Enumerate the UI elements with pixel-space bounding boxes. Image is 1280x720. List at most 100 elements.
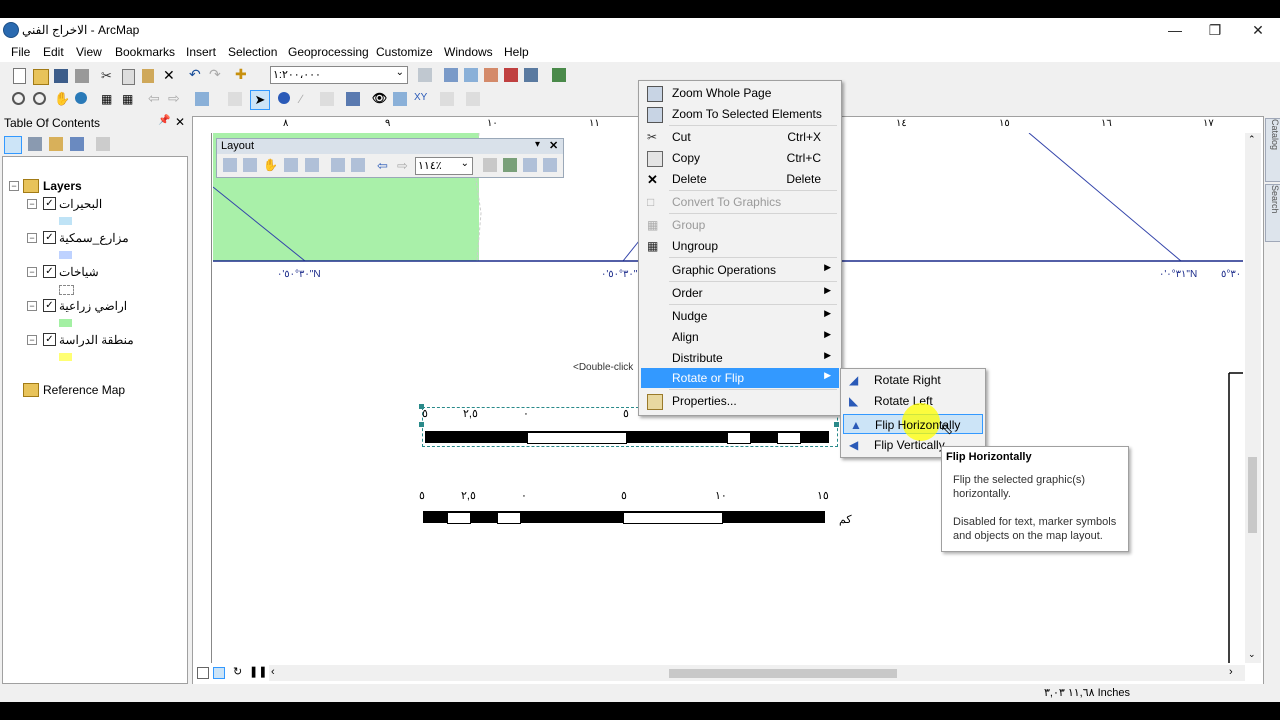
- menu-selection[interactable]: Selection: [228, 45, 277, 59]
- layer-row[interactable]: − ✓ مزارع_سمكية: [3, 229, 187, 247]
- list-by-visibility-icon[interactable]: [49, 137, 63, 151]
- menu-item-align[interactable]: Align ▶: [641, 327, 839, 347]
- scroll-down-icon[interactable]: ⌄: [1248, 649, 1256, 660]
- editor-toolbar-icon[interactable]: [418, 68, 432, 82]
- layer-visibility-checkbox[interactable]: ✓: [43, 197, 56, 210]
- search-window-icon[interactable]: [484, 68, 498, 82]
- toggle-draft-mode-icon[interactable]: [483, 158, 497, 172]
- menu-item-zoom-whole-page[interactable]: Zoom Whole Page: [641, 83, 839, 103]
- menu-item-cut[interactable]: ✂ Cut Ctrl+X: [641, 127, 839, 147]
- back-extent-icon[interactable]: ⇦: [148, 90, 162, 106]
- find-icon[interactable]: 👁: [372, 91, 387, 105]
- collapse-icon[interactable]: −: [27, 335, 37, 345]
- full-extent-globe-icon[interactable]: [75, 92, 87, 104]
- selection-handle[interactable]: [834, 422, 839, 427]
- close-icon[interactable]: ✕: [1243, 20, 1273, 40]
- submenu-item-rotate-right[interactable]: ◢ Rotate Right: [843, 370, 983, 390]
- go-forward-extent-icon[interactable]: ⇨: [397, 158, 411, 173]
- change-layout-icon[interactable]: [523, 158, 537, 172]
- save-icon[interactable]: [54, 69, 68, 83]
- menu-geoprocessing[interactable]: Geoprocessing: [288, 45, 369, 59]
- list-by-selection-icon[interactable]: [70, 137, 84, 151]
- layer-row[interactable]: − ✓ البحيرات: [3, 195, 187, 213]
- hyperlink-icon[interactable]: ∕: [300, 92, 314, 106]
- menu-item-order[interactable]: Order ▶: [641, 283, 839, 303]
- layer-symbol-swatch[interactable]: [59, 319, 72, 327]
- go-to-xy-icon[interactable]: XY: [414, 92, 428, 106]
- layout-view-icon[interactable]: [213, 667, 225, 679]
- measure-icon[interactable]: [346, 92, 360, 106]
- horizontal-scroll-thumb[interactable]: [669, 669, 897, 678]
- menu-item-delete[interactable]: ✕ Delete Delete: [641, 169, 839, 189]
- toc-options-icon[interactable]: [96, 137, 110, 151]
- table-of-contents-icon[interactable]: [444, 68, 458, 82]
- focus-data-frame-icon[interactable]: [503, 158, 517, 172]
- layer-symbol-swatch[interactable]: [59, 217, 72, 225]
- layers-root[interactable]: − Layers: [3, 177, 187, 195]
- layer-symbol-swatch[interactable]: [59, 285, 74, 295]
- redo-icon[interactable]: ↷: [209, 66, 223, 82]
- list-by-source-icon[interactable]: [28, 137, 42, 151]
- menu-item-graphic-operations[interactable]: Graphic Operations ▶: [641, 260, 839, 280]
- menu-help[interactable]: Help: [504, 45, 529, 59]
- catalog-tab[interactable]: Catalog: [1265, 118, 1280, 182]
- vertical-scrollbar[interactable]: ⌃ ⌄: [1245, 133, 1261, 663]
- forward-extent-icon[interactable]: ⇨: [168, 90, 182, 106]
- scroll-up-icon[interactable]: ⌃: [1248, 134, 1256, 145]
- fixed-zoom-in-icon[interactable]: ▦: [101, 92, 115, 106]
- python-window-icon[interactable]: [524, 68, 538, 82]
- time-slider-icon[interactable]: [440, 92, 454, 106]
- layout-toolbar-header[interactable]: Layout ▾ ✕: [217, 139, 563, 154]
- add-data-icon[interactable]: ✚: [235, 66, 249, 82]
- pan-hand-icon[interactable]: ✋: [54, 91, 70, 106]
- layer-row[interactable]: − ✓ شياخات: [3, 263, 187, 281]
- layer-visibility-checkbox[interactable]: ✓: [43, 333, 56, 346]
- catalog-window-icon[interactable]: [464, 68, 478, 82]
- layer-visibility-checkbox[interactable]: ✓: [43, 265, 56, 278]
- select-features-icon[interactable]: [195, 92, 209, 106]
- reference-map-row[interactable]: Reference Map: [3, 381, 187, 399]
- toc-close-icon[interactable]: ✕: [175, 115, 185, 129]
- undo-icon[interactable]: ↶: [189, 66, 203, 82]
- toolbar-dropdown-icon[interactable]: ▾: [535, 139, 540, 150]
- layer-row[interactable]: − ✓ منطقة الدراسة: [3, 331, 187, 349]
- pause-drawing-icon[interactable]: ❚❚: [249, 665, 267, 679]
- layout-pan-icon[interactable]: ✋: [263, 158, 278, 172]
- layer-symbol-swatch[interactable]: [59, 353, 72, 361]
- select-elements-arrow-icon[interactable]: ➤: [250, 90, 270, 110]
- zoom-100-percent-icon[interactable]: [305, 158, 319, 172]
- horizontal-scrollbar[interactable]: ‹ ›: [269, 665, 1245, 681]
- collapse-icon[interactable]: −: [9, 181, 19, 191]
- zoom-out-icon[interactable]: [33, 92, 46, 105]
- collapse-icon[interactable]: −: [27, 301, 37, 311]
- menu-item-convert-to-graphics[interactable]: □ Convert To Graphics: [641, 192, 839, 212]
- collapse-icon[interactable]: −: [27, 267, 37, 277]
- layer-symbol-swatch[interactable]: [59, 251, 72, 259]
- refresh-icon[interactable]: ↻: [233, 665, 247, 679]
- list-by-drawing-order-icon[interactable]: [4, 136, 22, 154]
- new-document-icon[interactable]: [13, 68, 26, 84]
- layout-toolbar-close-icon[interactable]: ✕: [549, 139, 558, 152]
- menu-item-group[interactable]: ▦ Group: [641, 215, 839, 235]
- arctoolbox-icon[interactable]: [504, 68, 518, 82]
- map-scale-dropdown[interactable]: ١:٢٠٠،٠٠٠ ⌄: [270, 66, 408, 84]
- zoom-in-icon[interactable]: [12, 92, 25, 105]
- search-tab[interactable]: Search: [1265, 184, 1280, 242]
- scroll-right-icon[interactable]: ›: [1229, 666, 1233, 678]
- identify-icon[interactable]: [278, 92, 290, 104]
- delete-icon[interactable]: ✕: [163, 67, 177, 83]
- open-folder-icon[interactable]: [33, 69, 49, 85]
- menu-item-distribute[interactable]: Distribute ▶: [641, 348, 839, 368]
- clear-selection-icon[interactable]: [228, 92, 242, 106]
- layer-row[interactable]: − ✓ اراضي زراعية: [3, 297, 187, 315]
- menu-windows[interactable]: Windows: [444, 45, 493, 59]
- vertical-scroll-thumb[interactable]: [1248, 457, 1257, 533]
- layer-visibility-checkbox[interactable]: ✓: [43, 299, 56, 312]
- print-icon[interactable]: [75, 69, 89, 83]
- pin-icon[interactable]: 📌: [158, 115, 170, 126]
- html-popup-icon[interactable]: [320, 92, 334, 106]
- find-route-icon[interactable]: [393, 92, 407, 106]
- menu-customize[interactable]: Customize: [376, 45, 433, 59]
- data-driven-pages-icon[interactable]: [543, 158, 557, 172]
- collapse-icon[interactable]: −: [27, 233, 37, 243]
